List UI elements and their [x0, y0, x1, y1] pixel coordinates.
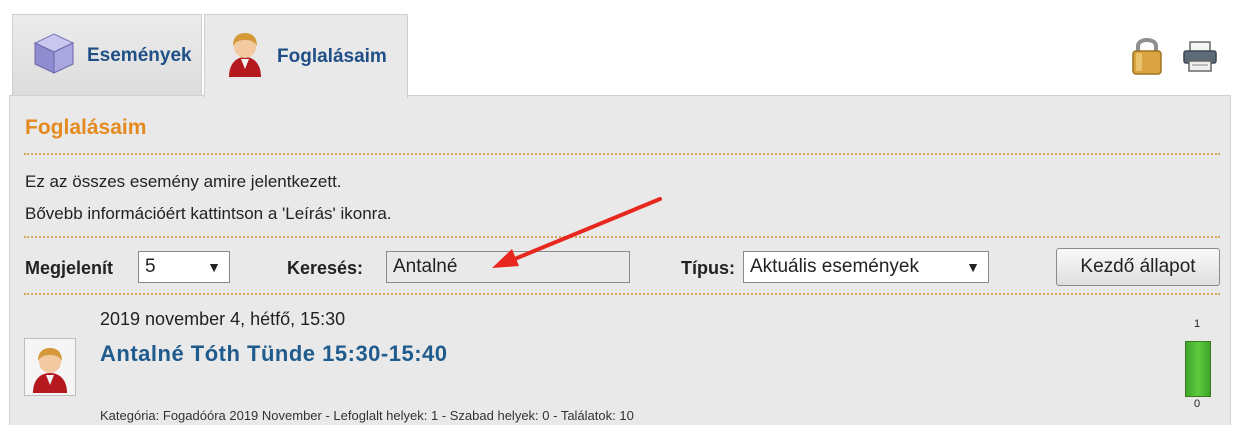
search-label: Keresés: — [287, 258, 364, 278]
lock-icon[interactable] — [1130, 34, 1164, 81]
bookings-panel: Foglalásaim Ez az összes esemény amire j… — [9, 95, 1231, 425]
capacity-max-label: 1 — [1193, 318, 1201, 330]
search-input-value: Antalné — [393, 256, 458, 277]
event-date: 2019 november 4, hétfő, 15:30 — [100, 309, 346, 329]
event-meta: Kategória: Fogadóóra 2019 November - Lef… — [100, 408, 634, 423]
printer-icon[interactable] — [1182, 40, 1218, 79]
type-select[interactable]: Aktuális események ▼ — [743, 251, 989, 283]
show-count-label: Megjelenít — [25, 258, 114, 278]
info-text-line-1: Ez az összes esemény amire jelentkezett. — [25, 172, 342, 191]
dropdown-arrow-icon: ▼ — [966, 259, 980, 275]
tab-my-bookings-label: Foglalásaim — [277, 45, 387, 67]
search-input[interactable]: Antalné — [386, 251, 630, 283]
type-select-value: Aktuális események — [750, 256, 919, 277]
show-count-select[interactable]: 5 ▼ — [138, 251, 230, 283]
tab-events-label: Események — [87, 44, 192, 66]
user-icon — [223, 29, 267, 85]
cube-icon — [31, 30, 77, 82]
capacity-indicator: 1 0 — [1177, 316, 1217, 426]
tab-events[interactable]: Események — [12, 14, 202, 96]
avatar — [24, 338, 76, 396]
divider — [24, 293, 1220, 295]
tab-my-bookings[interactable]: Foglalásaim — [204, 14, 408, 98]
filter-controls: Megjelenít 5 ▼ Keresés: Antalné Típus: A… — [25, 248, 1225, 288]
reset-button[interactable]: Kezdő állapot — [1056, 248, 1220, 286]
event-title-link[interactable]: Antalné Tóth Tünde 15:30-15:40 — [100, 341, 448, 367]
show-count-value: 5 — [145, 256, 156, 277]
user-icon — [33, 348, 67, 393]
type-label: Típus: — [681, 258, 735, 278]
divider — [24, 236, 1220, 238]
dropdown-arrow-icon: ▼ — [207, 259, 221, 275]
info-text-line-2: Bővebb információért kattintson a 'Leírá… — [25, 204, 392, 223]
capacity-bar — [1185, 341, 1211, 397]
page-title: Foglalásaim — [25, 116, 147, 139]
capacity-min-label: 0 — [1193, 398, 1201, 410]
tab-bar: Események Foglalásaim — [0, 0, 1236, 98]
divider — [24, 153, 1220, 155]
